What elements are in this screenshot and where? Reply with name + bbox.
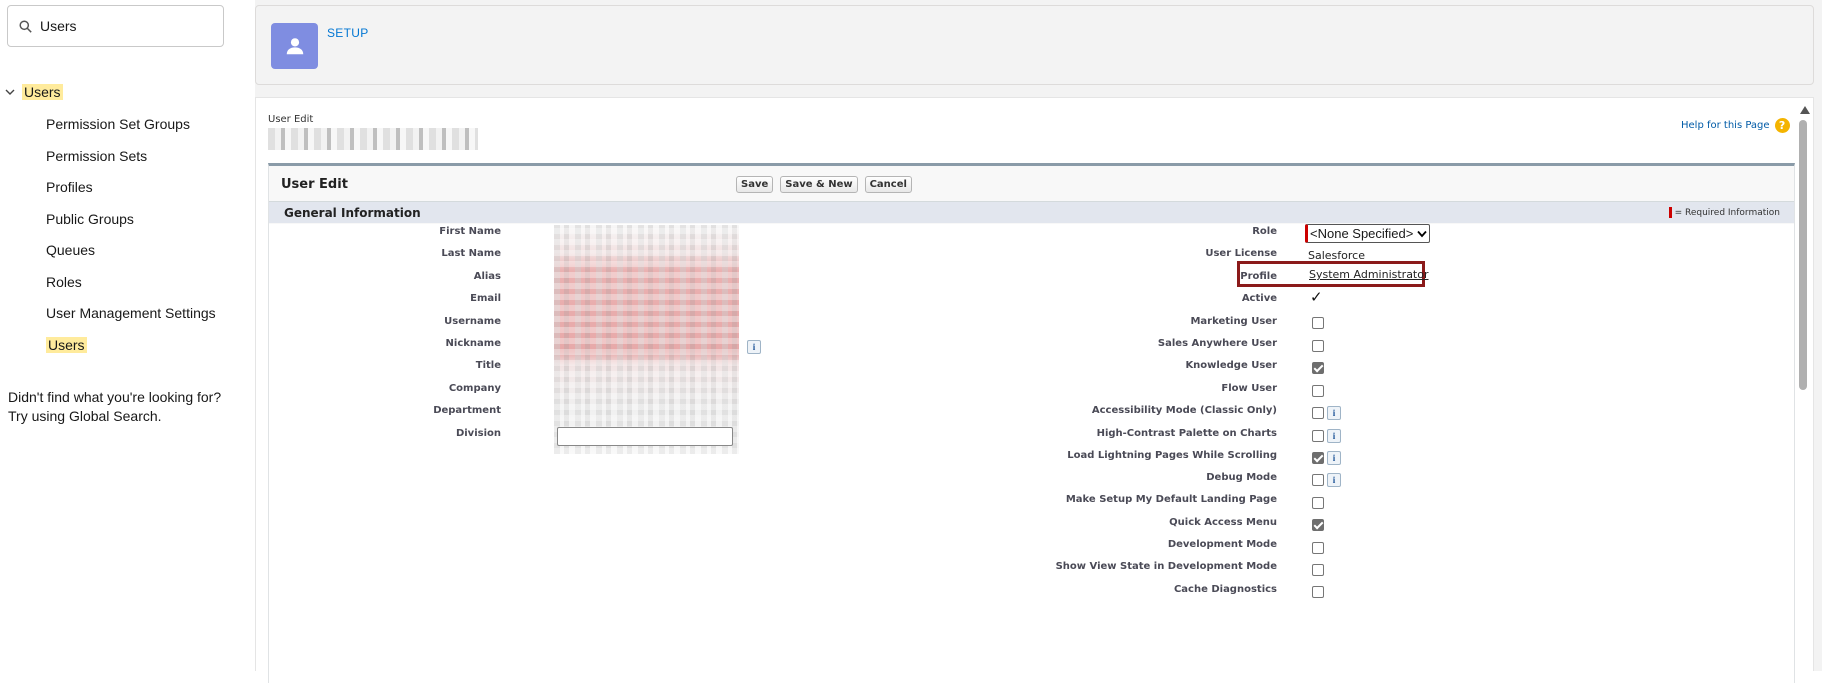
label-knowledge-user: Knowledge User — [1185, 360, 1277, 371]
view-state-checkbox[interactable] — [1312, 564, 1324, 576]
required-marker-icon — [1668, 207, 1672, 218]
nickname-info-icon[interactable]: i — [747, 340, 761, 354]
setup-title[interactable]: SETUP — [327, 26, 369, 40]
button-row: Save Save & New Cancel — [736, 176, 912, 193]
label-profile: Profile — [1240, 271, 1277, 282]
label-default-landing: Make Setup My Default Landing Page — [1065, 494, 1277, 505]
cancel-button[interactable]: Cancel — [864, 176, 912, 193]
search-icon — [19, 19, 32, 33]
default-landing-checkbox[interactable] — [1312, 497, 1324, 509]
label-accessibility-mode: Accessibility Mode (Classic Only) — [1091, 405, 1277, 416]
section-header: General Information = Required Informati… — [269, 201, 1794, 223]
marketing-user-checkbox[interactable] — [1312, 317, 1324, 329]
debug-mode-checkbox[interactable] — [1312, 474, 1324, 486]
help-link-text[interactable]: Help for this Page — [1681, 120, 1770, 131]
active-checkmark-icon: ✓ — [1310, 288, 1323, 306]
nav-item-permission-set-groups[interactable]: Permission Set Groups — [46, 113, 216, 145]
label-username: Username — [444, 316, 501, 327]
label-nickname: Nickname — [445, 338, 501, 349]
role-select-value: <None Specified> — [1310, 226, 1414, 241]
required-info-text: = Required Information — [1674, 207, 1780, 218]
role-select[interactable]: <None Specified> — [1305, 224, 1431, 243]
tree-node-users[interactable]: Users — [4, 84, 63, 100]
label-load-lightning: Load Lightning Pages While Scrolling — [1067, 450, 1277, 461]
scrollbar[interactable] — [1794, 98, 1815, 672]
nav-item-queues[interactable]: Queues — [46, 239, 216, 271]
accessibility-mode-checkbox[interactable] — [1312, 407, 1324, 419]
setup-sidebar: Users Permission Set Groups Permission S… — [0, 0, 240, 671]
flow-user-checkbox[interactable] — [1312, 385, 1324, 397]
label-alias: Alias — [473, 271, 501, 282]
quick-find-box[interactable] — [7, 5, 224, 47]
label-company: Company — [448, 383, 501, 394]
section-title: General Information — [284, 206, 421, 220]
scroll-thumb[interactable] — [1799, 120, 1807, 390]
label-active: Active — [1241, 293, 1277, 304]
high-contrast-checkbox[interactable] — [1312, 430, 1324, 442]
nav-item-roles[interactable]: Roles — [46, 271, 216, 303]
tree-node-label: Users — [22, 84, 63, 100]
chevron-down-icon — [1417, 230, 1428, 237]
label-high-contrast: High-Contrast Palette on Charts — [1096, 428, 1277, 439]
label-debug-mode: Debug Mode — [1206, 472, 1277, 483]
label-email: Email — [470, 293, 501, 304]
quick-find-input[interactable] — [40, 18, 200, 34]
redacted-field-values — [554, 225, 739, 454]
chevron-down-icon[interactable] — [4, 86, 16, 98]
load-lightning-checkbox[interactable] — [1312, 452, 1324, 464]
nav-item-permission-sets[interactable]: Permission Sets — [46, 145, 216, 177]
development-mode-checkbox[interactable] — [1312, 542, 1324, 554]
knowledge-user-checkbox[interactable] — [1312, 362, 1324, 374]
search-help-text: Didn't find what you're looking for? Try… — [8, 388, 221, 426]
required-info-legend: = Required Information — [1668, 207, 1780, 218]
label-department: Department — [433, 405, 501, 416]
debug-mode-info-icon[interactable]: i — [1327, 473, 1341, 487]
profile-link[interactable]: System Administrator — [1309, 268, 1429, 281]
main-area: SETUP User Edit Help for this Page ? Use… — [255, 0, 1822, 686]
scroll-up-arrow-icon[interactable] — [1800, 106, 1810, 114]
label-quick-access: Quick Access Menu — [1169, 517, 1277, 528]
nav-item-profiles[interactable]: Profiles — [46, 176, 216, 208]
nav-item-public-groups[interactable]: Public Groups — [46, 208, 216, 240]
high-contrast-info-icon[interactable]: i — [1327, 429, 1341, 443]
label-title: Title — [475, 360, 501, 371]
label-sales-anywhere-user: Sales Anywhere User — [1157, 338, 1277, 349]
help-line-2: Try using Global Search. — [8, 408, 162, 424]
label-role: Role — [1252, 226, 1277, 237]
page-content: User Edit Help for this Page ? User Edit… — [255, 97, 1815, 686]
save-button[interactable]: Save — [736, 176, 774, 193]
label-last-name: Last Name — [441, 248, 501, 259]
help-icon[interactable]: ? — [1774, 118, 1790, 133]
division-input[interactable] — [557, 427, 733, 446]
accessibility-info-icon[interactable]: i — [1327, 406, 1341, 420]
page-type-label: User Edit — [268, 114, 314, 125]
edit-title: User Edit — [281, 177, 348, 192]
sales-anywhere-user-checkbox[interactable] — [1312, 340, 1324, 352]
help-for-page-link[interactable]: Help for this Page ? — [1681, 118, 1790, 133]
quick-access-checkbox[interactable] — [1312, 519, 1324, 531]
nav-item-users-label: Users — [46, 336, 87, 353]
cache-diagnostics-checkbox[interactable] — [1312, 586, 1324, 598]
general-info-form: First Name Last Name Alias Email Usernam… — [269, 224, 1794, 686]
save-new-button[interactable]: Save & New — [780, 176, 858, 193]
label-view-state: Show View State in Development Mode — [1055, 561, 1277, 572]
label-development-mode: Development Mode — [1167, 539, 1277, 550]
setup-header: SETUP — [255, 5, 1814, 85]
label-cache-diagnostics: Cache Diagnostics — [1173, 584, 1277, 595]
redacted-user-name — [268, 128, 478, 150]
label-flow-user: Flow User — [1221, 383, 1277, 394]
user-edit-block: User Edit Save Save & New Cancel General… — [268, 163, 1795, 686]
help-line-1: Didn't find what you're looking for? — [8, 389, 222, 405]
label-division: Division — [455, 428, 501, 439]
nav-item-users[interactable]: Users — [46, 334, 216, 366]
label-user-license: User License — [1205, 248, 1277, 259]
user-icon — [271, 23, 318, 69]
load-lightning-info-icon[interactable]: i — [1327, 451, 1341, 465]
nav-item-user-management-settings[interactable]: User Management Settings — [46, 302, 216, 334]
label-marketing-user: Marketing User — [1190, 316, 1277, 327]
nav-list: Permission Set Groups Permission Sets Pr… — [46, 113, 216, 365]
label-first-name: First Name — [439, 226, 501, 237]
